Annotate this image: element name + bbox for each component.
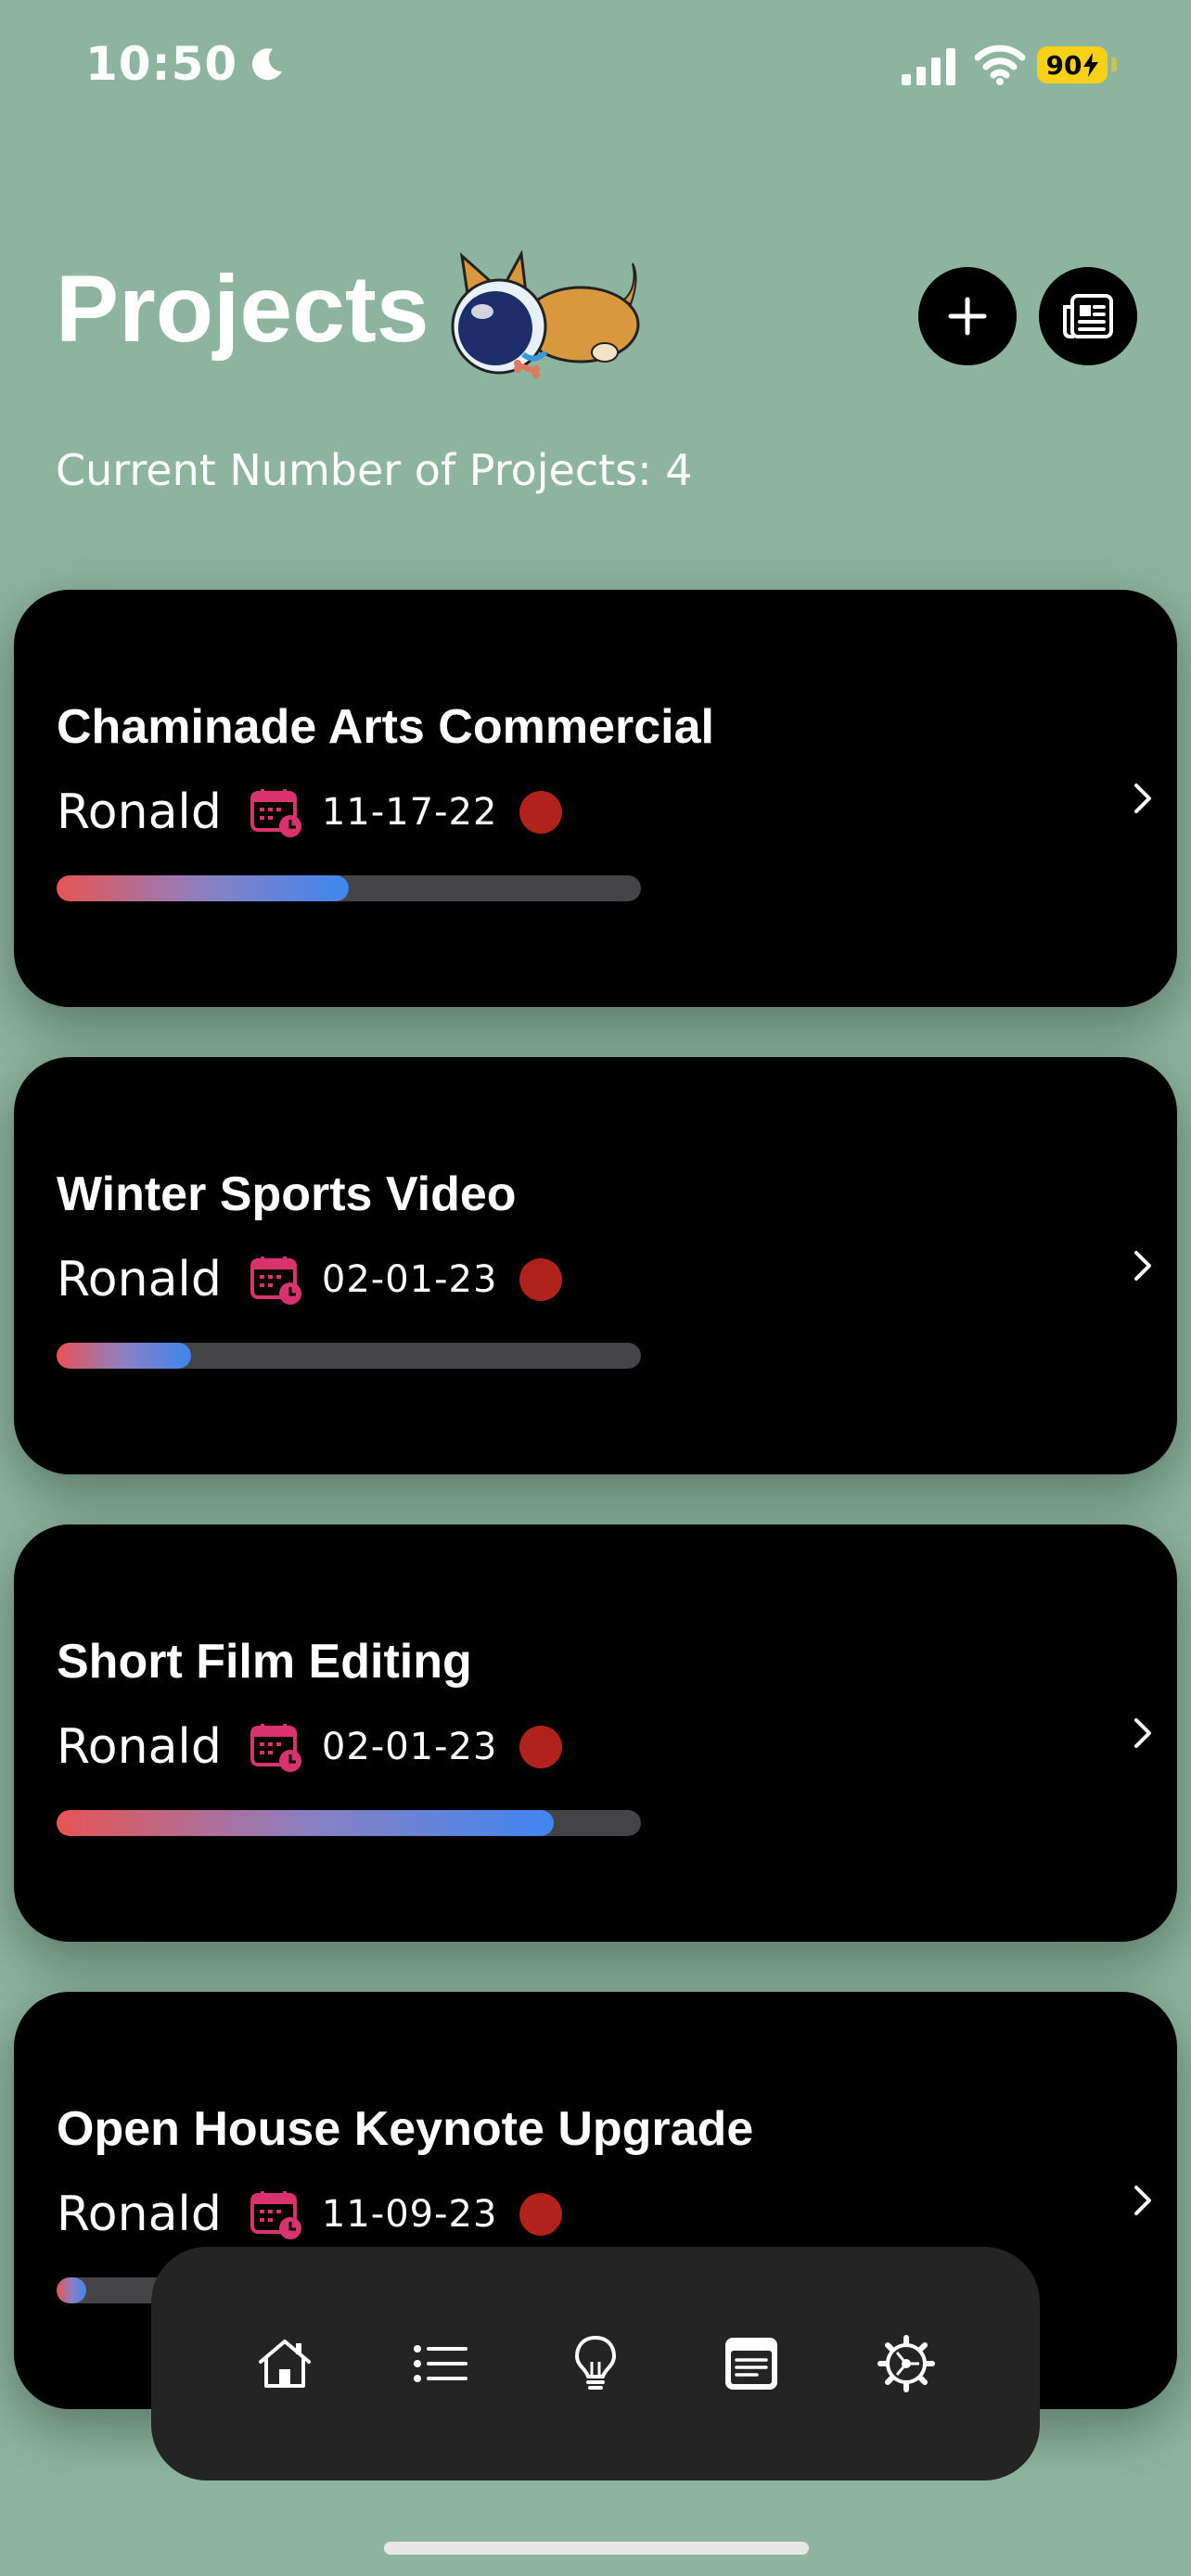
chevron-right-icon [1134, 2186, 1151, 2215]
newspaper-icon [1063, 294, 1113, 338]
progress-fill [57, 2277, 86, 2303]
charging-bolt-icon [1083, 53, 1099, 77]
chevron-right-icon [1134, 784, 1151, 813]
wifi-icon [974, 45, 1026, 85]
project-title: Short Film Editing [57, 1635, 472, 1689]
project-owner: Ronald [57, 784, 222, 840]
progress-bar [57, 1810, 641, 1836]
tab-bar [151, 2247, 1040, 2480]
project-card[interactable]: Short Film Editing Ronald 02-01-23 [14, 1524, 1177, 1942]
battery-indicator: 90 [1037, 46, 1108, 83]
list-icon [414, 2345, 468, 2382]
signal-icon [902, 48, 955, 85]
progress-bar [57, 1343, 641, 1369]
project-owner: Ronald [57, 1719, 222, 1775]
clock: 10:50 [85, 37, 238, 91]
project-title: Winter Sports Video [57, 1167, 517, 1221]
home-icon [258, 2340, 311, 2388]
tab-home[interactable] [248, 2327, 322, 2401]
status-bar: 10:50 90 [0, 0, 1191, 130]
moon-icon [252, 48, 283, 81]
lightbulb-icon [574, 2336, 616, 2390]
add-project-button[interactable] [918, 267, 1017, 365]
battery-cap [1111, 57, 1117, 72]
chevron-right-icon [1134, 1251, 1151, 1281]
home-indicator [384, 2542, 809, 2555]
chevron-right-icon [1134, 1718, 1151, 1748]
project-meta: Ronald 11-09-23 [57, 2187, 563, 2242]
project-title: Chaminade Arts Commercial [57, 700, 714, 754]
due-date: 02-01-23 [321, 1726, 498, 1768]
project-owner: Ronald [57, 1252, 222, 1307]
project-meta: Ronald 02-01-23 [57, 1719, 563, 1775]
status-dot [519, 1726, 563, 1768]
notes-icon [724, 2338, 777, 2390]
tab-ideas[interactable] [558, 2327, 633, 2401]
tab-settings[interactable] [869, 2327, 943, 2401]
progress-fill [57, 1810, 554, 1836]
project-meta: Ronald 02-01-23 [57, 1252, 563, 1307]
project-card[interactable]: Winter Sports Video Ronald 02-01-23 [14, 1057, 1177, 1474]
progress-bar [57, 875, 641, 901]
progress-fill [57, 875, 349, 901]
project-title: Open House Keynote Upgrade [57, 2102, 754, 2156]
progress-fill [57, 1343, 191, 1369]
status-dot [519, 791, 563, 834]
settings-icon [877, 2335, 936, 2392]
project-meta: Ronald 11-17-22 [57, 784, 563, 840]
corgi-astronaut-mascot [451, 250, 640, 378]
project-owner: Ronald [57, 2187, 222, 2242]
due-date: 11-17-22 [321, 791, 498, 834]
tab-notes[interactable] [714, 2327, 788, 2401]
project-count: Current Number of Projects: 4 [56, 445, 693, 495]
due-date: 02-01-23 [321, 1258, 498, 1301]
battery-level: 90 [1045, 49, 1082, 81]
calendar-clock-icon [250, 2191, 301, 2239]
calendar-clock-icon [250, 1256, 301, 1305]
status-dot [519, 2193, 563, 2236]
due-date: 11-09-23 [321, 2193, 498, 2236]
plus-icon [948, 297, 987, 336]
tab-list[interactable] [403, 2327, 477, 2401]
project-card[interactable]: Chaminade Arts Commercial Ronald 11-17-2… [14, 590, 1177, 1007]
newspaper-button[interactable] [1039, 267, 1137, 365]
calendar-clock-icon [250, 1724, 301, 1772]
status-time: 10:50 [85, 37, 288, 91]
status-dot [519, 1258, 563, 1301]
page-title: Projects [56, 256, 429, 362]
calendar-clock-icon [250, 789, 301, 837]
